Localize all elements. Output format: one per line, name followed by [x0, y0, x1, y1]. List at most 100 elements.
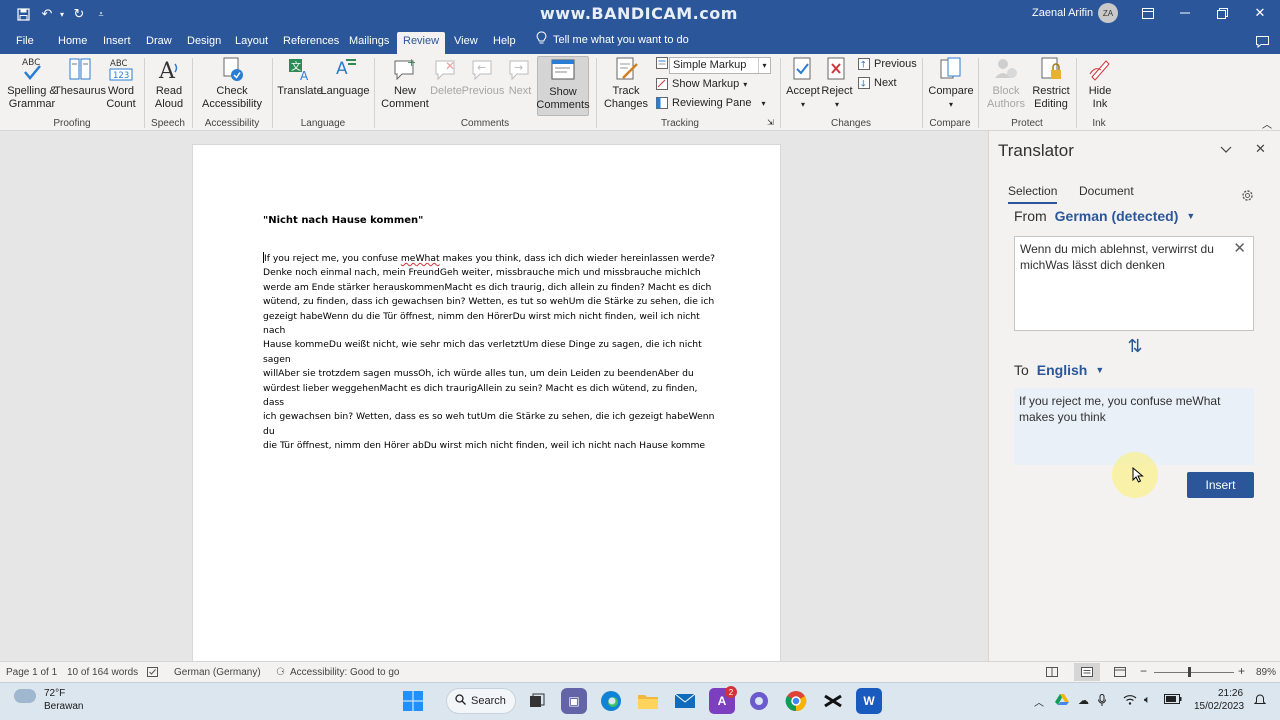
show-markup-button[interactable]: Show Markup ▾ — [656, 78, 747, 90]
battery-icon[interactable] — [1164, 694, 1182, 707]
new-comment-button[interactable]: + New Comment — [380, 56, 430, 111]
chrome-icon[interactable] — [783, 688, 809, 714]
thesaurus-button[interactable]: Thesaurus — [54, 56, 106, 98]
close-window-icon[interactable]: ✕ — [1248, 2, 1272, 24]
undo-dropdown-icon[interactable]: ▾ — [57, 5, 67, 23]
compare-button[interactable]: Compare ▾ — [928, 56, 974, 111]
cloud-icon[interactable] — [14, 689, 36, 703]
markup-display-select[interactable]: Simple Markup ▾ — [669, 57, 771, 74]
to-language[interactable]: English — [1037, 362, 1088, 378]
previous-change-button[interactable]: ↑ Previous — [858, 58, 917, 70]
zoom-slider[interactable] — [1154, 672, 1234, 673]
zoom-level[interactable]: 89% — [1256, 667, 1276, 678]
teams-icon[interactable]: ▣ — [561, 688, 587, 714]
spelling-grammar-button[interactable]: ABC Spelling & Grammar — [6, 56, 58, 111]
word-count-button[interactable]: ABC 123 Word Count — [104, 56, 138, 111]
proofing-status-icon[interactable] — [147, 667, 158, 680]
block-authors-button[interactable]: Block Authors — [984, 56, 1028, 111]
show-comments-button[interactable]: Show Comments — [536, 56, 590, 116]
read-mode-icon[interactable] — [1046, 667, 1058, 680]
web-layout-icon[interactable] — [1114, 667, 1126, 680]
undo-icon[interactable]: ↶ — [38, 5, 56, 23]
cloud-sync-icon[interactable]: ☁ — [1078, 694, 1089, 707]
minimize-icon[interactable] — [1173, 2, 1197, 24]
zoom-slider-thumb[interactable] — [1188, 667, 1191, 677]
insert-button[interactable]: Insert — [1187, 472, 1254, 498]
customize-toolbar-icon[interactable]: ⩡ — [94, 5, 108, 23]
microphone-icon[interactable] — [1098, 694, 1106, 710]
tell-me-search[interactable]: Tell me what you want to do — [536, 31, 689, 48]
tab-home[interactable]: Home — [52, 32, 93, 54]
restore-icon[interactable] — [1210, 2, 1234, 24]
tab-selection[interactable]: Selection — [1008, 184, 1058, 204]
file-explorer-icon[interactable] — [635, 688, 661, 714]
tab-design[interactable]: Design — [181, 32, 227, 54]
word-app-icon[interactable]: W — [856, 688, 882, 714]
from-language[interactable]: German (detected) — [1055, 208, 1179, 224]
windows-start-icon[interactable] — [400, 688, 426, 714]
wifi-icon[interactable] — [1123, 694, 1137, 708]
comments-pane-icon[interactable] — [1250, 31, 1274, 53]
tab-file[interactable]: File — [10, 32, 40, 54]
reviewing-pane-button[interactable]: Reviewing Pane ▾ — [656, 97, 766, 109]
tab-mailings[interactable]: Mailings — [343, 32, 395, 54]
page-indicator[interactable]: Page 1 of 1 — [6, 667, 57, 678]
notification-center-icon[interactable] — [1253, 694, 1267, 709]
google-drive-icon[interactable] — [1055, 694, 1069, 709]
document-title[interactable]: "Nicht nach Hause kommen" — [263, 215, 423, 226]
language-indicator[interactable]: German (Germany) — [174, 667, 261, 678]
tab-layout[interactable]: Layout — [229, 32, 274, 54]
copilot-icon[interactable] — [746, 688, 772, 714]
swap-languages-icon[interactable]: ⇅ — [1124, 336, 1146, 358]
restrict-editing-button[interactable]: Restrict Editing — [1028, 56, 1074, 111]
reject-button[interactable]: Reject ▾ — [820, 56, 854, 111]
tab-review[interactable]: Review — [397, 32, 446, 54]
mail-icon[interactable] — [672, 688, 698, 714]
hide-ink-button[interactable]: Hide Ink — [1082, 56, 1118, 111]
track-changes-button[interactable]: Track Changes — [600, 56, 652, 111]
print-layout-icon[interactable] — [1074, 663, 1100, 681]
user-name[interactable]: Zaenal Arifin — [1032, 7, 1093, 19]
ribbon-display-options-icon[interactable] — [1136, 2, 1160, 24]
taskbar-search[interactable]: Search — [446, 688, 516, 714]
translate-button[interactable]: 文A Translate — [277, 56, 323, 98]
zoom-in-icon[interactable]: + — [1238, 664, 1245, 678]
accept-button[interactable]: Accept ▾ — [784, 56, 822, 111]
close-pane-icon[interactable]: ✕ — [1255, 141, 1266, 157]
source-text-box[interactable]: Wenn du mich ablehnst, verwirrst du mich… — [1014, 236, 1254, 331]
edge-browser-icon[interactable] — [598, 688, 624, 714]
to-language-row[interactable]: To English ▼ — [1014, 362, 1104, 378]
show-hidden-icons-icon[interactable]: ︿ — [1034, 694, 1044, 709]
clear-text-icon[interactable]: ✕ — [1233, 241, 1246, 257]
tab-draw[interactable]: Draw — [140, 32, 178, 54]
next-comment-button[interactable]: → Next — [504, 56, 536, 98]
accessibility-status[interactable]: Accessibility: Good to go — [290, 667, 400, 678]
clock-time[interactable]: 21:26 — [1218, 688, 1243, 699]
read-aloud-button[interactable]: A Read Aloud — [150, 56, 188, 111]
clock-date[interactable]: 15/02/2023 — [1194, 701, 1244, 712]
tab-help[interactable]: Help — [487, 32, 522, 54]
capcut-icon[interactable] — [820, 688, 846, 714]
spelling-error[interactable]: meWhat — [401, 253, 440, 264]
tab-document[interactable]: Document — [1079, 184, 1134, 198]
from-language-row[interactable]: From German (detected) ▼ — [1014, 208, 1195, 224]
task-view-icon[interactable] — [524, 688, 550, 714]
tracking-options-launcher-icon[interactable]: ⇲ — [767, 118, 774, 127]
redo-icon[interactable]: ↻ — [70, 5, 88, 23]
language-button[interactable]: A Language — [321, 56, 369, 98]
tab-references[interactable]: References — [277, 32, 345, 54]
previous-comment-button[interactable]: ← Previous — [462, 56, 504, 98]
temperature[interactable]: 72°F — [44, 688, 65, 699]
weather-condition[interactable]: Berawan — [44, 701, 83, 712]
pane-options-chevron-icon[interactable] — [1220, 142, 1232, 157]
delete-comment-button[interactable]: ✕ Delete — [428, 56, 464, 98]
tab-insert[interactable]: Insert — [97, 32, 137, 54]
next-change-button[interactable]: ↓ Next — [858, 77, 897, 89]
gear-icon[interactable] — [1240, 188, 1255, 206]
save-icon[interactable] — [14, 5, 32, 23]
document-body[interactable]: If you reject me, you confuse meWhat mak… — [263, 252, 715, 454]
zoom-out-icon[interactable]: − — [1140, 664, 1147, 678]
volume-icon[interactable]: 🔈︎ — [1144, 694, 1151, 707]
collapse-ribbon-icon[interactable]: ︿ — [1262, 116, 1272, 131]
word-count-indicator[interactable]: 10 of 164 words — [67, 667, 138, 678]
